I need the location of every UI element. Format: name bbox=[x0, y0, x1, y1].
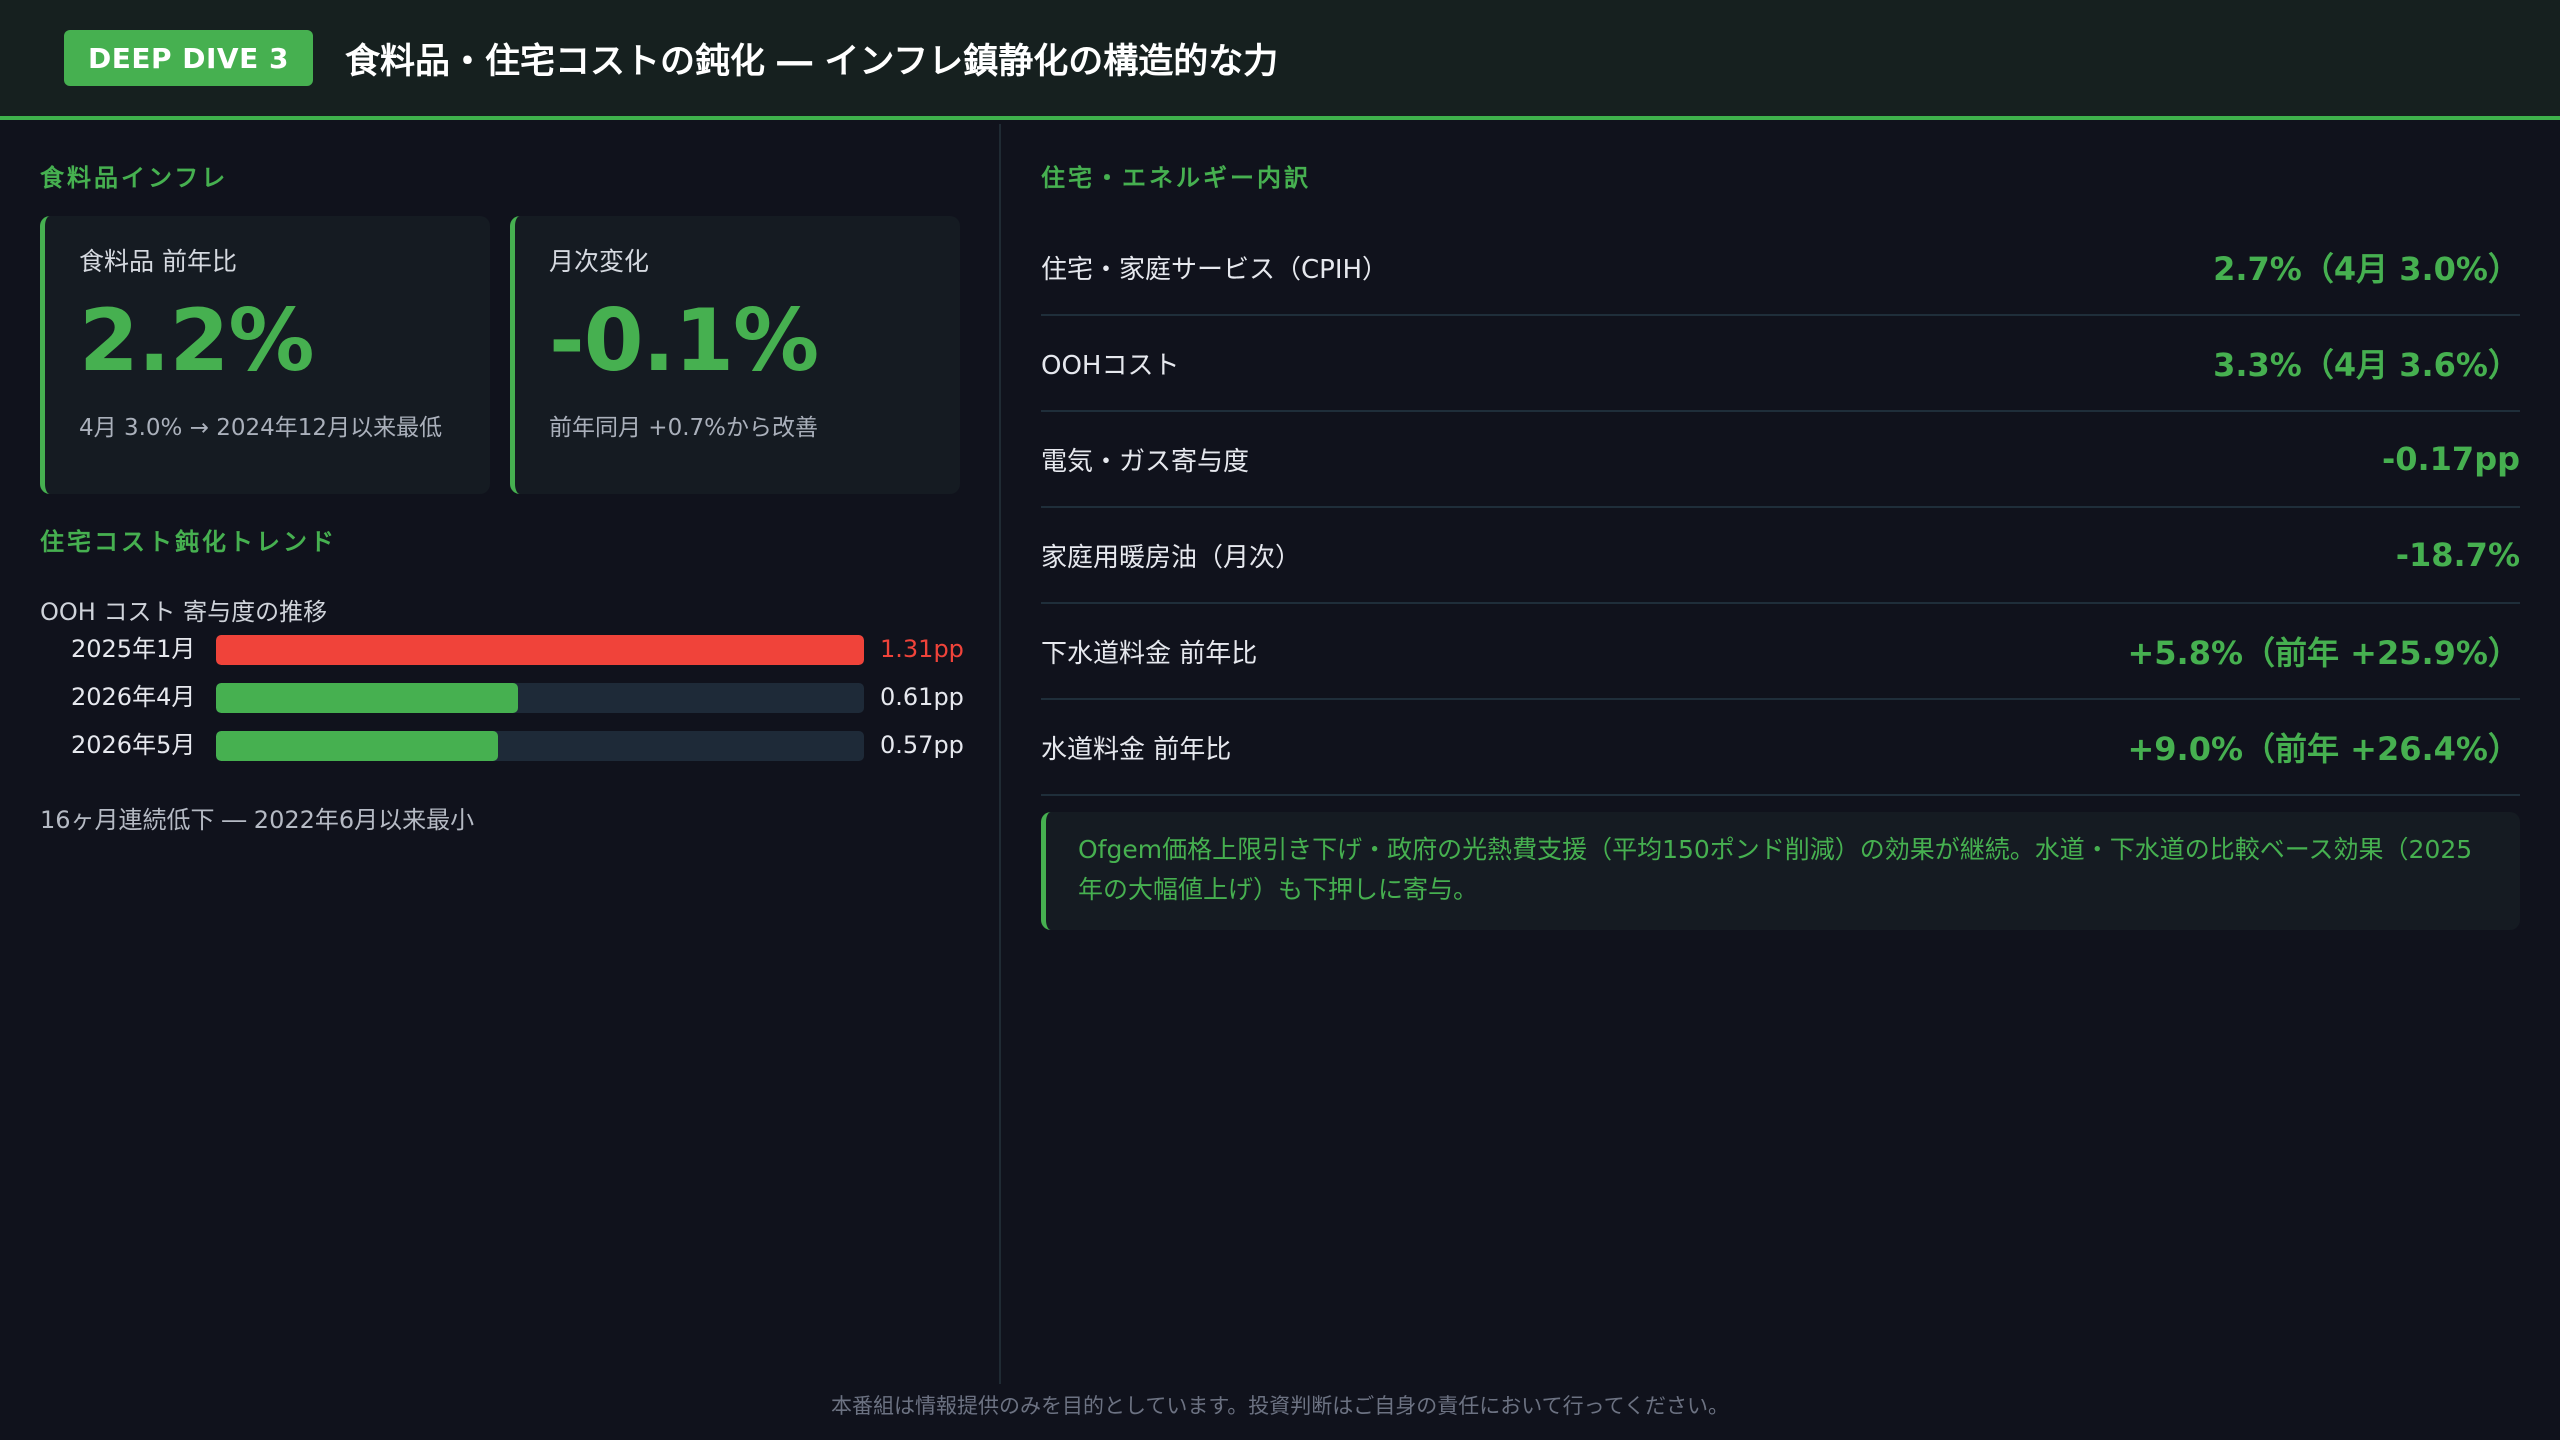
row-value: +5.8%（前年 +25.9%） bbox=[2127, 634, 2520, 672]
breakdown-section-title: 住宅・エネルギー内訳 bbox=[1041, 164, 1311, 192]
card-label: 月次変化 bbox=[549, 247, 650, 276]
table-row: 下水道料金 前年比 +5.8%（前年 +25.9%） bbox=[1041, 604, 2520, 700]
row-value: -18.7% bbox=[2395, 536, 2520, 574]
row-value: 3.3%（4月 3.6%） bbox=[2213, 346, 2520, 384]
breakdown-note: Ofgem価格上限引き下げ・政府の光熱費支援（平均150ポンド削減）の効果が継続… bbox=[1041, 812, 2520, 930]
table-row: 住宅・家庭サービス（CPIH） 2.7%（4月 3.0%） bbox=[1041, 220, 2520, 316]
column-divider bbox=[999, 124, 1001, 1384]
bar-label: 2026年4月 bbox=[71, 683, 196, 711]
row-value: -0.17pp bbox=[2381, 440, 2520, 478]
card-label: 食料品 前年比 bbox=[79, 247, 237, 276]
row-label: 電気・ガス寄与度 bbox=[1041, 446, 1250, 477]
bar-value: 0.57pp bbox=[880, 731, 964, 759]
bar-track bbox=[216, 683, 864, 713]
bar-track bbox=[216, 731, 864, 761]
table-row: 家庭用暖房油（月次） -18.7% bbox=[1041, 508, 2520, 604]
bar-row: 2026年4月 0.61pp bbox=[40, 680, 970, 714]
page-title: 食料品・住宅コストの鈍化 ― インフレ鎮静化の構造的な力 bbox=[344, 41, 1279, 82]
bar-fill bbox=[216, 731, 498, 761]
bar-fill bbox=[216, 683, 518, 713]
food-yoy-card: 食料品 前年比 2.2% 4月 3.0% → 2024年12月以来最低 bbox=[40, 216, 490, 494]
bar-row: 2025年1月 1.31pp bbox=[40, 632, 970, 666]
housing-trend-section-title: 住宅コスト鈍化トレンド bbox=[40, 528, 337, 556]
bar-label: 2026年5月 bbox=[71, 731, 196, 759]
card-value: 2.2% bbox=[79, 291, 315, 391]
row-label: 家庭用暖房油（月次） bbox=[1041, 542, 1302, 573]
food-section-title: 食料品インフレ bbox=[40, 164, 229, 192]
bar-row: 2026年5月 0.57pp bbox=[40, 728, 970, 762]
trend-note: 16ヶ月連続低下 ― 2022年6月以来最小 bbox=[40, 806, 475, 834]
disclaimer-footer: 本番組は情報提供のみを目的としています。投資判断はご自身の責任において行ってくだ… bbox=[831, 1394, 1729, 1418]
table-row: 電気・ガス寄与度 -0.17pp bbox=[1041, 412, 2520, 508]
bar-value: 0.61pp bbox=[880, 683, 964, 711]
trend-caption: OOH コスト 寄与度の推移 bbox=[40, 598, 328, 626]
header-bar: DEEP DIVE 3 食料品・住宅コストの鈍化 ― インフレ鎮静化の構造的な力 bbox=[0, 0, 2560, 120]
bar-track bbox=[216, 635, 864, 665]
row-value: +9.0%（前年 +26.4%） bbox=[2127, 730, 2520, 768]
deep-dive-badge: DEEP DIVE 3 bbox=[64, 30, 313, 86]
row-label: 下水道料金 前年比 bbox=[1041, 638, 1258, 669]
food-mom-card: 月次変化 -0.1% 前年同月 +0.7%から改善 bbox=[510, 216, 960, 494]
table-row: OOHコスト 3.3%（4月 3.6%） bbox=[1041, 316, 2520, 412]
table-row: 水道料金 前年比 +9.0%（前年 +26.4%） bbox=[1041, 700, 2520, 796]
card-value: -0.1% bbox=[549, 291, 819, 391]
row-label: 水道料金 前年比 bbox=[1041, 734, 1232, 765]
breakdown-table: 住宅・家庭サービス（CPIH） 2.7%（4月 3.0%） OOHコスト 3.3… bbox=[1041, 220, 2520, 796]
row-label: 住宅・家庭サービス（CPIH） bbox=[1041, 254, 1389, 285]
row-label: OOHコスト bbox=[1041, 350, 1180, 381]
bar-value: 1.31pp bbox=[880, 635, 964, 663]
card-sub: 前年同月 +0.7%から改善 bbox=[549, 415, 819, 441]
bar-label: 2025年1月 bbox=[71, 635, 196, 663]
card-sub: 4月 3.0% → 2024年12月以来最低 bbox=[79, 415, 443, 441]
row-value: 2.7%（4月 3.0%） bbox=[2213, 250, 2520, 288]
bar-fill bbox=[216, 635, 864, 665]
